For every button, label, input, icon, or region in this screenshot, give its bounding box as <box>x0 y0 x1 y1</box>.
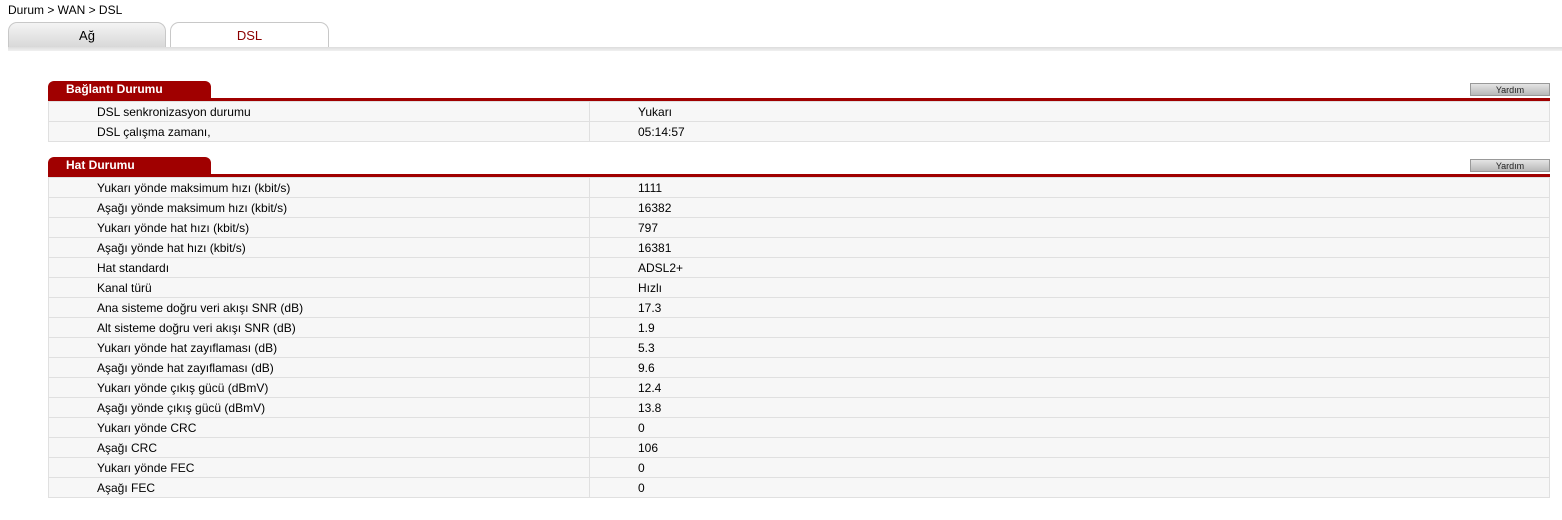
table-row: Yukarı yönde CRC 0 <box>48 417 1550 438</box>
tab-divider <box>8 47 1562 51</box>
table-row: Kanal türü Hızlı <box>48 277 1550 298</box>
tab-dsl[interactable]: DSL <box>170 22 329 48</box>
row-value: 12.4 <box>589 377 1550 398</box>
row-label: Aşağı yönde maksimum hızı (kbit/s) <box>48 197 590 218</box>
row-value: 106 <box>589 437 1550 458</box>
row-value: Yukarı <box>589 101 1550 122</box>
row-label: Yukarı yönde çıkış gücü (dBmV) <box>48 377 590 398</box>
connection-status-table: DSL senkronizasyon durumu Yukarı DSL çal… <box>48 101 1550 142</box>
connection-status-header: Bağlantı Durumu Yardım <box>48 80 1550 98</box>
row-value: 5.3 <box>589 337 1550 358</box>
row-label: Yukarı yönde FEC <box>48 457 590 478</box>
row-label: Hat standardı <box>48 257 590 278</box>
line-status-help-button[interactable]: Yardım <box>1470 159 1550 172</box>
row-value: 0 <box>589 477 1550 498</box>
row-value: 1111 <box>589 177 1550 198</box>
row-value: 9.6 <box>589 357 1550 378</box>
row-label: Aşağı CRC <box>48 437 590 458</box>
row-label: DSL senkronizasyon durumu <box>48 101 590 122</box>
row-label: Yukarı yönde CRC <box>48 417 590 438</box>
table-row: Yukarı yönde maksimum hızı (kbit/s) 1111 <box>48 177 1550 198</box>
row-label: DSL çalışma zamanı, <box>48 121 590 142</box>
tab-bar: Ağ DSL <box>8 22 1562 48</box>
line-status-header: Hat Durumu Yardım <box>48 156 1550 174</box>
row-value: 0 <box>589 417 1550 438</box>
tab-ag[interactable]: Ağ <box>8 22 166 47</box>
breadcrumb: Durum > WAN > DSL <box>8 3 123 17</box>
table-row: Yukarı yönde çıkış gücü (dBmV) 12.4 <box>48 377 1550 398</box>
row-label: Aşağı yönde çıkış gücü (dBmV) <box>48 397 590 418</box>
row-label: Yukarı yönde hat hızı (kbit/s) <box>48 217 590 238</box>
table-row: DSL senkronizasyon durumu Yukarı <box>48 101 1550 122</box>
table-row: Aşağı CRC 106 <box>48 437 1550 458</box>
table-row: Hat standardı ADSL2+ <box>48 257 1550 278</box>
row-label: Aşağı FEC <box>48 477 590 498</box>
table-row: Aşağı FEC 0 <box>48 477 1550 498</box>
row-value: 16381 <box>589 237 1550 258</box>
row-label: Ana sisteme doğru veri akışı SNR (dB) <box>48 297 590 318</box>
table-row: Ana sisteme doğru veri akışı SNR (dB) 17.… <box>48 297 1550 318</box>
table-row: Aşağı yönde hat hızı (kbit/s) 16381 <box>48 237 1550 258</box>
table-row: Aşağı yönde çıkış gücü (dBmV) 13.8 <box>48 397 1550 418</box>
line-status-title: Hat Durumu <box>48 157 211 174</box>
row-label: Kanal türü <box>48 277 590 298</box>
table-row: Yukarı yönde FEC 0 <box>48 457 1550 478</box>
row-label: Alt sisteme doğru veri akışı SNR (dB) <box>48 317 590 338</box>
line-status-section: Hat Durumu Yardım Yukarı yönde maksimum … <box>48 156 1550 498</box>
row-label: Yukarı yönde maksimum hızı (kbit/s) <box>48 177 590 198</box>
connection-status-section: Bağlantı Durumu Yardım DSL senkronizasyo… <box>48 80 1550 142</box>
row-label: Yukarı yönde hat zayıflaması (dB) <box>48 337 590 358</box>
table-row: DSL çalışma zamanı, 05:14:57 <box>48 121 1550 142</box>
table-row: Alt sisteme doğru veri akışı SNR (dB) 1.9 <box>48 317 1550 338</box>
row-value: 13.8 <box>589 397 1550 418</box>
table-row: Aşağı yönde maksimum hızı (kbit/s) 16382 <box>48 197 1550 218</box>
table-row: Yukarı yönde hat zayıflaması (dB) 5.3 <box>48 337 1550 358</box>
row-label: Aşağı yönde hat hızı (kbit/s) <box>48 237 590 258</box>
row-value: ADSL2+ <box>589 257 1550 278</box>
row-value: 1.9 <box>589 317 1550 338</box>
row-value: 0 <box>589 457 1550 478</box>
connection-status-help-button[interactable]: Yardım <box>1470 83 1550 96</box>
row-value: 797 <box>589 217 1550 238</box>
row-value: 05:14:57 <box>589 121 1550 142</box>
connection-status-title: Bağlantı Durumu <box>48 81 211 98</box>
table-row: Yukarı yönde hat hızı (kbit/s) 797 <box>48 217 1550 238</box>
line-status-table: Yukarı yönde maksimum hızı (kbit/s) 1111 … <box>48 177 1550 498</box>
table-row: Aşağı yönde hat zayıflaması (dB) 9.6 <box>48 357 1550 378</box>
row-value: 17.3 <box>589 297 1550 318</box>
row-value: 16382 <box>589 197 1550 218</box>
row-label: Aşağı yönde hat zayıflaması (dB) <box>48 357 590 378</box>
row-value: Hızlı <box>589 277 1550 298</box>
